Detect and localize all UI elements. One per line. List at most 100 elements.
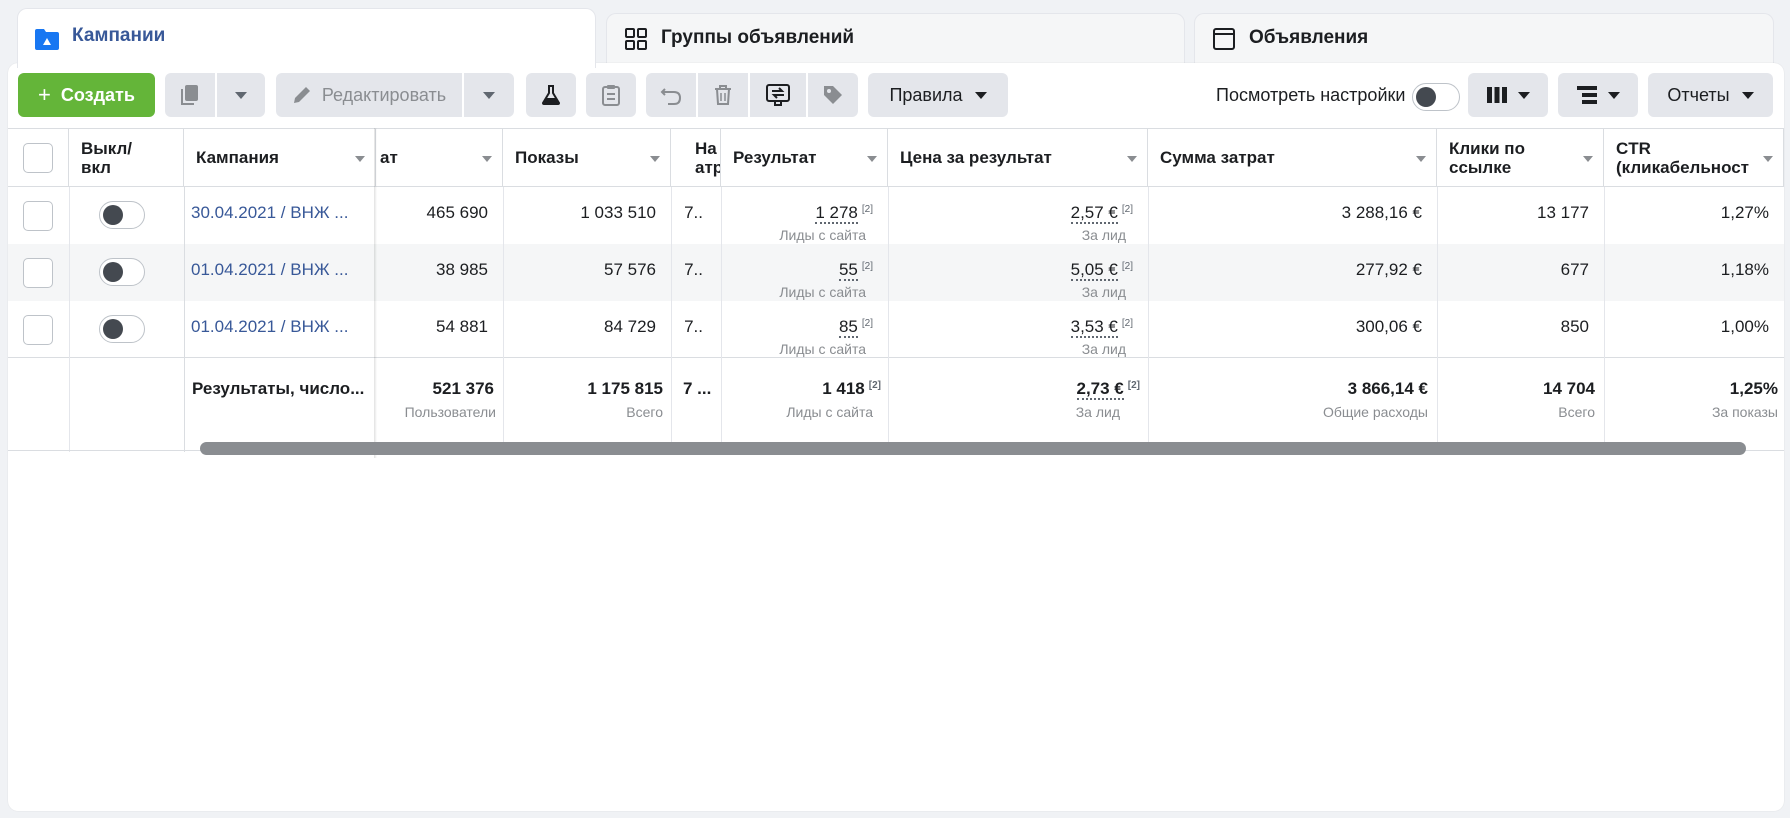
attr-value: 7.. [684,260,703,279]
sort-icon [355,156,365,162]
total-spent: 3 866,14 € [1347,379,1428,398]
campaign-toggle[interactable] [99,315,145,343]
impressions-value: 1 033 510 [580,203,656,222]
cpr-value[interactable]: 2,57 € [2] [888,203,1133,224]
header-label: Выкл/ вкл [81,138,133,177]
header-cost-per-result[interactable]: Цена за результат [888,129,1148,187]
header-label: Цена за результат [900,148,1052,167]
duplicate-button[interactable] [165,73,215,117]
cpr-value[interactable]: 3,53 € [2] [888,317,1133,338]
header-result[interactable]: Результат [721,129,888,187]
header-attribution[interactable]: На атр [671,129,721,187]
result-value[interactable]: 85 [2] [721,317,873,338]
ctr-value: 1,18% [1720,260,1769,279]
reports-label: Отчеты [1667,84,1730,105]
tag-icon [824,86,842,104]
view-settings-label: Посмотреть настройки [1216,85,1406,105]
breakdown-button[interactable] [1558,73,1638,117]
result-sub: Лиды с сайта [779,341,866,357]
tab-ads[interactable]: Объявления [1194,13,1774,63]
total-clicks-sub: Всего [1558,404,1595,420]
header-label: Показы [515,148,579,167]
duplicate-icon [181,85,198,105]
sort-icon [1416,156,1426,162]
edit-button[interactable]: Редактировать [276,73,462,117]
reach-value: 38 985 [436,260,488,279]
chevron-down-icon [974,91,987,99]
tab-label: Кампании [72,24,166,46]
compare-button[interactable] [750,73,806,117]
tab-label: Объявления [1249,26,1369,48]
rules-button[interactable]: Правила [868,73,1008,117]
create-label: Создать [60,84,135,105]
toolbar: + Создать Редактировать Правила Посмотре… [8,63,1784,128]
header-label: Кампания [196,148,279,167]
chevron-down-icon [1518,91,1530,99]
campaign-link[interactable]: 01.04.2021 / ВНЖ ... [191,260,348,280]
chevron-down-icon [235,91,247,99]
folder-icon [34,26,60,52]
header-campaign[interactable]: Кампания [184,129,376,187]
cpr-sub: За лид [1081,284,1126,300]
sort-icon [1127,156,1137,162]
breakdown-icon [1577,86,1597,104]
reach-value: 465 690 [426,203,488,222]
sort-icon [867,156,877,162]
spent-value: 3 288,16 € [1341,203,1422,222]
rules-label: Правила [889,84,963,105]
row-checkbox[interactable] [23,201,53,231]
result-value[interactable]: 1 278 [2] [721,203,873,224]
clicks-value: 13 177 [1537,203,1589,222]
campaign-link[interactable]: 01.04.2021 / ВНЖ ... [191,317,348,337]
reach-value: 54 881 [436,317,488,336]
attr-value: 7.. [684,317,703,336]
clipboard-button[interactable] [586,73,636,117]
chevron-down-icon [1741,91,1754,99]
columns-button[interactable] [1468,73,1548,117]
ctr-value: 1,27% [1720,203,1769,222]
spent-value: 300,06 € [1355,317,1422,336]
result-value[interactable]: 55 [2] [721,260,873,281]
plus-icon: + [38,82,51,107]
ctr-value: 1,00% [1720,317,1769,336]
header-link-clicks[interactable]: Клики по ссылке [1437,129,1604,187]
totals-label: Результаты, число... [192,379,365,398]
campaign-toggle[interactable] [99,201,145,229]
spent-value: 277,92 € [1355,260,1422,279]
horizontal-scrollbar[interactable] [200,442,1746,455]
create-button[interactable]: + Создать [18,73,155,117]
total-result-sub: Лиды с сайта [786,404,873,420]
impressions-value: 84 729 [604,317,656,336]
ab-test-button[interactable] [526,73,576,117]
header-impressions[interactable]: Показы [503,129,671,187]
chevron-down-icon [483,91,495,99]
header-amount-spent[interactable]: Сумма затрат [1148,129,1437,187]
clicks-value: 677 [1560,260,1589,279]
row-checkbox[interactable] [23,258,53,288]
tab-campaigns[interactable]: Кампании [17,8,596,68]
header-reach[interactable]: ат [376,129,503,187]
delete-button[interactable] [698,73,748,117]
edit-dropdown-button[interactable] [464,73,514,117]
total-cpr-sub: За лид [1075,404,1120,420]
duplicate-dropdown-button[interactable] [217,73,265,117]
header-ctr[interactable]: CTR (кликабельност [1604,129,1784,187]
sort-icon [650,156,660,162]
tag-button[interactable] [808,73,858,117]
tab-adsets[interactable]: Группы объявлений [606,13,1185,63]
header-onoff: Выкл/ вкл [69,129,184,187]
campaign-toggle[interactable] [99,258,145,286]
clipboard-icon [602,85,620,106]
edit-label: Редактировать [321,84,447,105]
row-checkbox[interactable] [23,315,53,345]
campaign-link[interactable]: 30.04.2021 / ВНЖ ... [191,203,348,223]
total-attr: 7 ... [683,379,712,398]
chevron-down-icon [1608,91,1620,99]
columns-icon [1487,87,1507,103]
undo-button[interactable] [646,73,696,117]
cpr-value[interactable]: 5,05 € [2] [888,260,1133,281]
select-all-checkbox[interactable] [23,143,53,173]
clicks-value: 850 [1560,317,1589,336]
view-settings-toggle[interactable] [1412,83,1460,111]
reports-button[interactable]: Отчеты [1648,73,1773,117]
